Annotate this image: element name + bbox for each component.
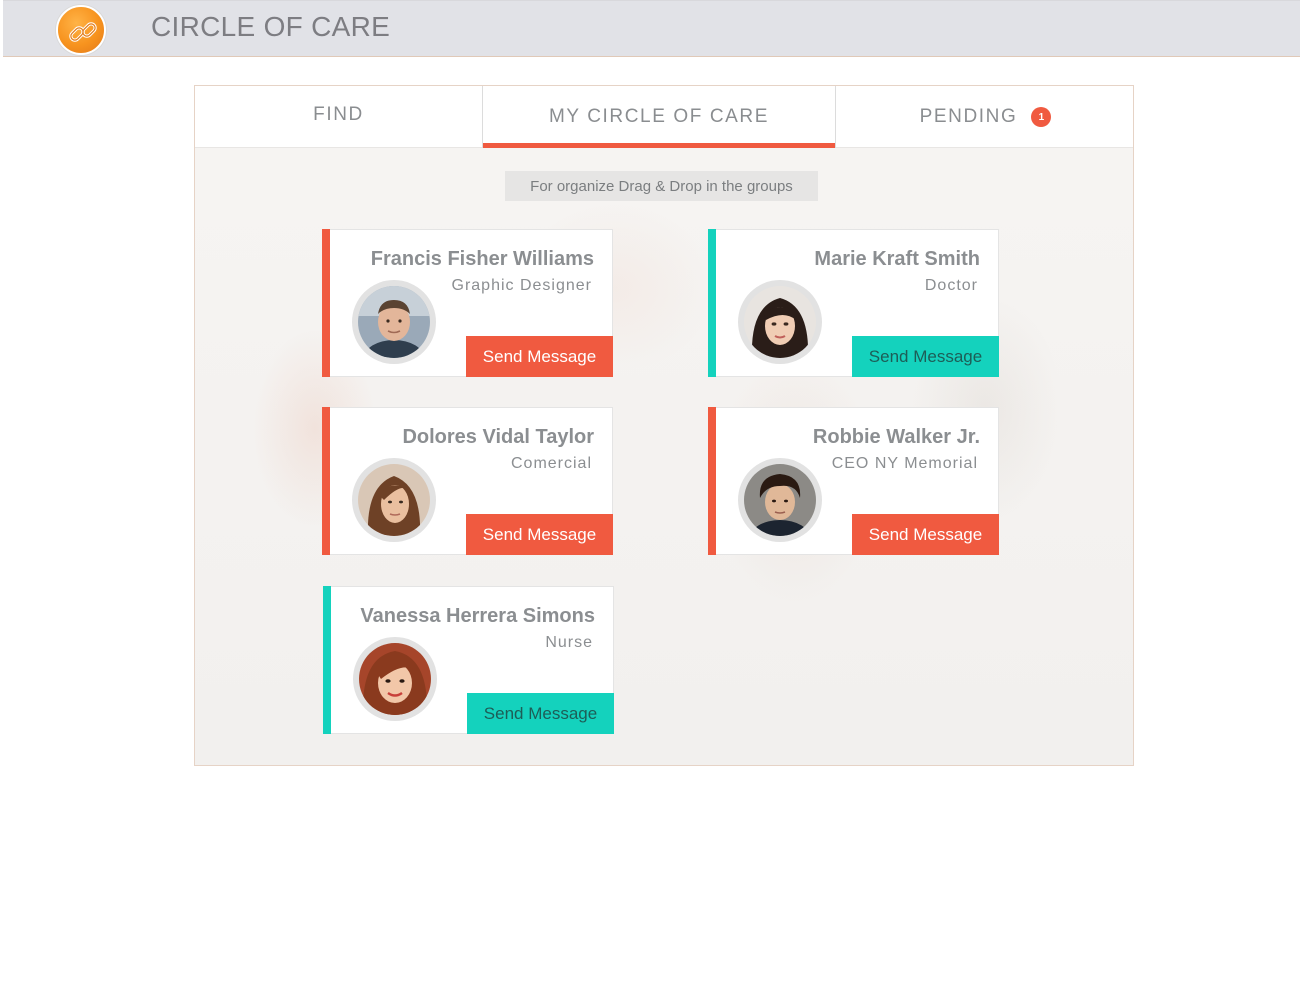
circle-panel: FIND MY CIRCLE OF CARE PENDING 1 For org… [194,85,1134,766]
contact-role: Graphic Designer [451,277,592,294]
send-message-button[interactable]: Send Message [852,514,999,555]
avatar-photo [358,286,430,358]
tab-pending[interactable]: PENDING 1 [836,86,1133,148]
tab-label: MY CIRCLE OF CARE [548,106,770,127]
send-message-button[interactable]: Send Message [852,336,999,377]
contact-role: Nurse [545,634,593,651]
avatar-photo [744,286,816,358]
tab-label: PENDING [919,106,1018,127]
group-stripe [322,229,330,377]
app-header: CIRCLE OF CARE [3,0,1300,57]
chain-link-icon[interactable] [56,5,106,55]
tab-label: FIND [313,104,364,125]
avatar [738,280,822,364]
avatar [352,458,436,542]
avatar-photo [358,464,430,536]
tab-bar: FIND MY CIRCLE OF CARE PENDING 1 [195,86,1133,148]
active-tab-indicator [483,143,835,148]
avatar [738,458,822,542]
tab-my-circle-of-care[interactable]: MY CIRCLE OF CARE [482,86,836,148]
avatar [353,637,437,721]
send-message-button[interactable]: Send Message [467,693,614,734]
contact-card[interactable]: Marie Kraft Smith Doctor Send Message [708,229,999,377]
avatar [352,280,436,364]
contact-name: Dolores Vidal Taylor [402,426,594,448]
contact-name: Francis Fisher Williams [370,248,594,270]
avatar-photo [744,464,816,536]
group-stripe [708,229,716,377]
contact-card[interactable]: Robbie Walker Jr. CEO NY Memorial Send M… [708,407,999,555]
send-message-button[interactable]: Send Message [466,336,613,377]
contact-card[interactable]: Vanessa Herrera Simons Nurse Send Messag… [323,586,614,734]
group-stripe [323,586,331,734]
contact-name: Marie Kraft Smith [814,248,980,270]
contact-name: Vanessa Herrera Simons [360,605,595,627]
app-title: CIRCLE OF CARE [151,11,391,42]
avatar-photo [359,643,431,715]
contact-role: Doctor [924,277,978,294]
contact-role: CEO NY Memorial [831,455,978,472]
contact-name: Robbie Walker Jr. [812,426,980,448]
drag-drop-hint: For organize Drag & Drop in the groups [505,171,818,201]
contact-card[interactable]: Dolores Vidal Taylor Comercial Send Mess… [322,407,613,555]
send-message-button[interactable]: Send Message [466,514,613,555]
contact-card[interactable]: Francis Fisher Williams Graphic Designer… [322,229,613,377]
pending-count-badge: 1 [1031,107,1052,127]
group-stripe [708,407,716,555]
tab-find[interactable]: FIND [195,86,482,148]
contact-role: Comercial [510,455,592,472]
group-stripe [322,407,330,555]
